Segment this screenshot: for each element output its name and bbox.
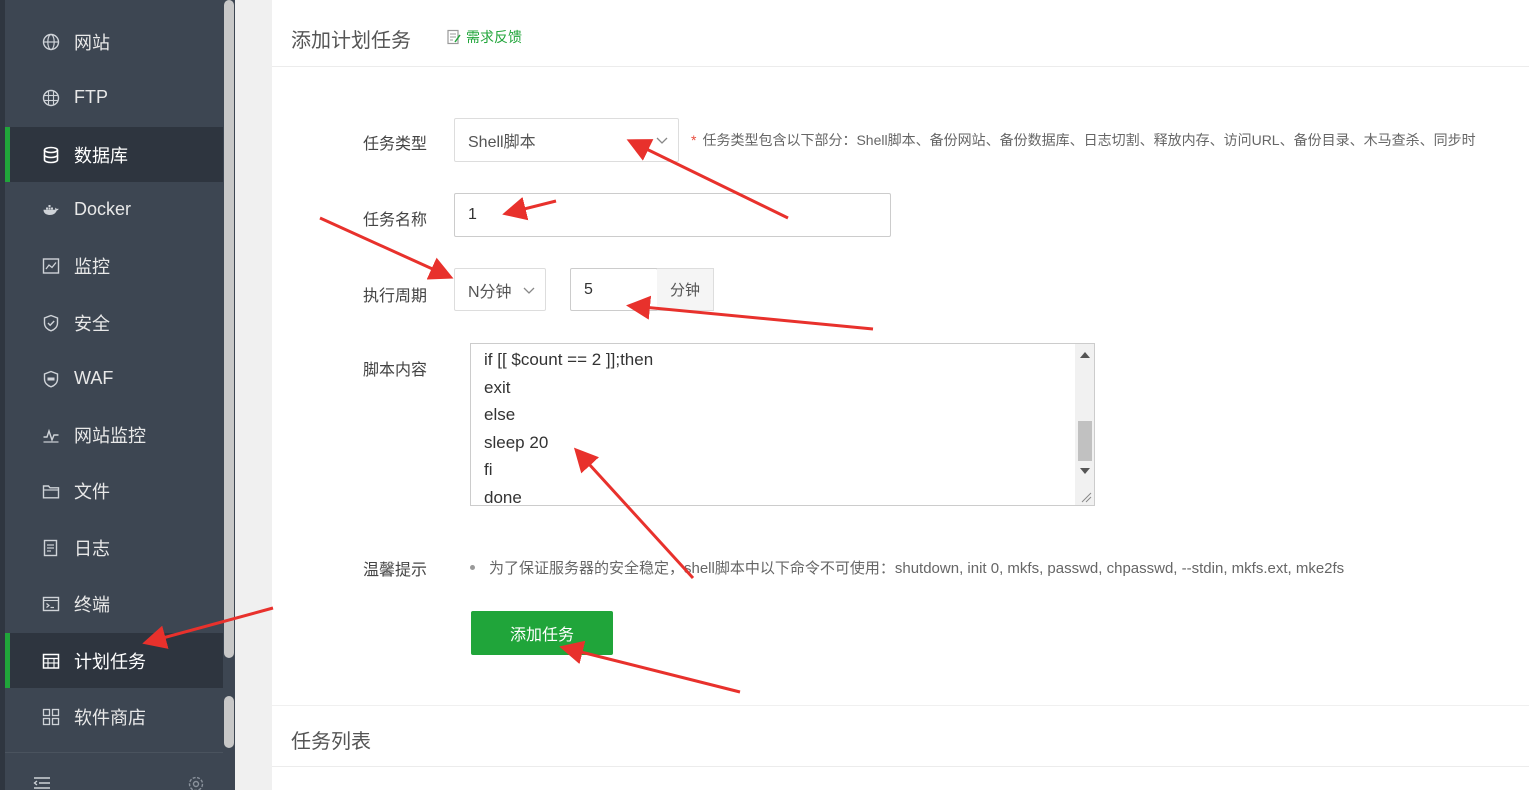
period-unit-addon: 分钟	[657, 268, 714, 311]
sidebar-item-logs[interactable]: 日志	[5, 520, 223, 575]
task-name-label: 任务名称	[363, 212, 428, 229]
monitor-chart-icon	[42, 257, 60, 275]
sidebar-item-site-monitor[interactable]: 网站监控	[5, 407, 223, 462]
resize-handle-icon[interactable]	[1080, 491, 1092, 503]
task-type-value: Shell脚本	[468, 134, 536, 151]
sidebar-item-app-store[interactable]: 软件商店	[5, 689, 223, 744]
sidebar-item-label: WAF	[74, 368, 114, 388]
feedback-label: 需求反馈	[466, 29, 522, 45]
sidebar-item-label: 安全	[74, 313, 110, 334]
script-label: 脚本内容	[363, 362, 428, 379]
task-type-select[interactable]: Shell脚本	[454, 118, 679, 162]
folder-icon	[42, 482, 60, 500]
period-label: 执行周期	[363, 288, 428, 305]
docker-icon	[42, 201, 60, 219]
sidebar-item-waf[interactable]: WAF	[5, 351, 223, 406]
sidebar-item-label: 监控	[74, 256, 110, 277]
chevron-down-icon	[523, 287, 535, 294]
sidebar-item-website[interactable]: 网站	[5, 14, 223, 69]
sidebar-item-label: 网站	[74, 32, 110, 53]
period-minutes-input[interactable]: 5	[570, 268, 658, 311]
sidebar-item-ftp[interactable]: FTP	[5, 70, 223, 125]
chevron-down-icon	[656, 137, 668, 144]
add-task-panel: 添加计划任务 需求反馈 任务类型 Shell脚本 * 任务类型包含以下部分：She…	[272, 0, 1529, 705]
task-type-label: 任务类型	[363, 136, 428, 153]
sidebar-item-label: 计划任务	[74, 651, 146, 672]
pulse-icon	[42, 426, 60, 444]
sidebar-scrollbar-thumb-lower[interactable]	[224, 696, 234, 748]
script-textarea[interactable]: if [[ $count == 2 ]];then exit else slee…	[470, 343, 1095, 506]
sidebar-item-monitor[interactable]: 监控	[5, 238, 223, 293]
database-icon	[42, 146, 60, 164]
shield-icon	[42, 314, 60, 332]
sidebar-item-docker[interactable]: Docker	[5, 182, 223, 237]
sidebar-item-label: 终端	[74, 594, 110, 615]
terminal-icon	[42, 595, 60, 613]
log-icon	[42, 539, 60, 557]
bullet-icon	[470, 565, 475, 570]
script-scrollbar-thumb[interactable]	[1078, 421, 1092, 461]
sidebar-item-label: 网站监控	[74, 425, 146, 446]
task-list-panel: 任务列表	[272, 706, 1529, 790]
globe-icon	[42, 33, 60, 51]
waf-shield-icon	[42, 370, 60, 388]
add-task-button[interactable]: 添加任务	[471, 611, 613, 655]
sidebar-item-label: 数据库	[74, 145, 128, 166]
edit-note-icon	[447, 29, 461, 45]
period-type-value: N分钟	[468, 283, 512, 301]
tip-label: 温馨提示	[363, 562, 428, 579]
feedback-link[interactable]: 需求反馈	[447, 27, 522, 47]
period-type-select[interactable]: N分钟	[454, 268, 546, 311]
sidebar-item-label: 日志	[74, 538, 110, 559]
sidebar-scrollbar-thumb[interactable]	[224, 0, 234, 658]
panel-header: 添加计划任务 需求反馈	[272, 0, 1529, 67]
sidebar-item-cron[interactable]: 计划任务	[5, 633, 223, 688]
task-list-title: 任务列表	[291, 731, 371, 753]
scroll-up-arrow-icon[interactable]	[1080, 352, 1090, 358]
sidebar: 网站 FTP 数据库 Docker 监控 安全 WAF 网站监控 文件 日志 终…	[0, 0, 235, 790]
page-title: 添加计划任务	[291, 30, 411, 52]
scroll-down-arrow-icon[interactable]	[1080, 468, 1090, 474]
sidebar-item-label: 软件商店	[74, 707, 146, 728]
tip-item: 为了保证服务器的安全稳定，shell脚本中以下命令不可使用：shutdown, …	[470, 557, 1344, 578]
main-content: 添加计划任务 需求反馈 任务类型 Shell脚本 * 任务类型包含以下部分：She…	[255, 0, 1529, 790]
sidebar-item-security[interactable]: 安全	[5, 295, 223, 350]
divider	[272, 766, 1529, 767]
sidebar-item-label: 文件	[74, 481, 110, 502]
sidebar-item-label: FTP	[74, 87, 108, 107]
task-type-hint: * 任务类型包含以下部分：Shell脚本、备份网站、备份数据库、日志切割、释放内存…	[691, 132, 1476, 148]
calendar-icon	[42, 652, 60, 670]
apps-grid-icon	[42, 708, 60, 726]
globe-grid-icon	[42, 89, 60, 107]
sidebar-footer	[5, 752, 223, 790]
sidebar-item-database[interactable]: 数据库	[5, 127, 223, 182]
script-content: if [[ $count == 2 ]];then exit else slee…	[484, 350, 654, 506]
collapse-menu-icon[interactable]	[33, 775, 51, 790]
sidebar-item-terminal[interactable]: 终端	[5, 576, 223, 631]
sidebar-item-files[interactable]: 文件	[5, 463, 223, 518]
task-name-input[interactable]: 1	[454, 193, 891, 237]
gear-icon[interactable]	[187, 775, 205, 790]
sidebar-item-label: Docker	[74, 199, 132, 219]
script-scrollbar[interactable]	[1075, 344, 1094, 505]
